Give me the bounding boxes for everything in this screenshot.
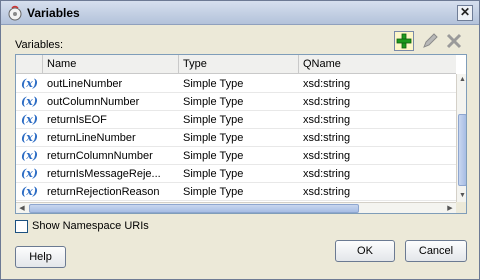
variables-dialog: Variables ✕ Variables: Name Type QName (…: [0, 0, 480, 280]
variable-type: Simple Type: [183, 114, 244, 126]
horizontal-scroll-thumb[interactable]: [29, 204, 359, 213]
variable-name: returnColumnNumber: [47, 150, 153, 162]
table-header: Name Type QName: [16, 55, 456, 74]
column-header-qname[interactable]: QName: [299, 55, 456, 74]
variable-type: Simple Type: [183, 168, 244, 180]
variable-icon: (x): [21, 113, 38, 126]
variable-type: Simple Type: [183, 150, 244, 162]
variable-icon: (x): [21, 149, 38, 162]
table-row[interactable]: (x) returnIsMessageReje... Simple Type x…: [16, 165, 456, 183]
variable-icon: (x): [21, 185, 38, 198]
scroll-down-arrow-icon[interactable]: ▼: [457, 190, 466, 202]
delete-variable-button[interactable]: [444, 31, 464, 51]
variable-type: Simple Type: [183, 132, 244, 144]
column-header-icon[interactable]: [16, 55, 43, 74]
help-button[interactable]: Help: [15, 246, 66, 268]
variable-icon: (x): [21, 95, 38, 108]
variable-qname: xsd:string: [303, 150, 351, 162]
table-row[interactable]: (x) returnLineNumber Simple Type xsd:str…: [16, 129, 456, 147]
variable-qname: xsd:string: [303, 78, 351, 90]
variable-name: outLineNumber: [47, 78, 123, 90]
variable-qname: xsd:string: [303, 132, 351, 144]
variable-name: outColumnNumber: [47, 96, 140, 108]
show-namespace-checkbox[interactable]: [15, 220, 28, 233]
column-header-name[interactable]: Name: [43, 55, 179, 74]
table-body: (x) outLineNumber Simple Type xsd:string…: [16, 75, 456, 201]
variable-icon: (x): [21, 77, 38, 90]
variables-label: Variables:: [15, 39, 64, 51]
variable-qname: xsd:string: [303, 114, 351, 126]
ok-button[interactable]: OK: [335, 240, 395, 262]
variable-qname: xsd:string: [303, 168, 351, 180]
scroll-right-arrow-icon[interactable]: ▶: [444, 203, 456, 213]
window-title: Variables: [27, 6, 80, 20]
show-namespace-label[interactable]: Show Namespace URIs: [32, 220, 149, 232]
variable-qname: xsd:string: [303, 186, 351, 198]
add-variable-button[interactable]: [394, 31, 414, 51]
table-row[interactable]: (x) returnIsEOF Simple Type xsd:string: [16, 111, 456, 129]
table-row[interactable]: (x) returnRejectionReason Simple Type xs…: [16, 183, 456, 201]
variable-name: returnIsEOF: [47, 114, 107, 126]
variables-table: Name Type QName (x) outLineNumber Simple…: [15, 54, 467, 214]
table-row[interactable]: (x) outLineNumber Simple Type xsd:string: [16, 75, 456, 93]
plus-icon: [396, 33, 412, 49]
edit-variable-button[interactable]: [420, 31, 440, 51]
pencil-icon: [423, 33, 438, 48]
close-button[interactable]: ✕: [457, 5, 473, 21]
cancel-button[interactable]: Cancel: [405, 240, 467, 262]
variable-type: Simple Type: [183, 186, 244, 198]
title-bar: Variables ✕: [1, 1, 479, 25]
variable-icon: (x): [21, 131, 38, 144]
vertical-scrollbar[interactable]: ▲ ▼: [456, 74, 466, 202]
vertical-scroll-thumb[interactable]: [458, 114, 466, 186]
variable-qname: xsd:string: [303, 96, 351, 108]
horizontal-scrollbar[interactable]: ◀ ▶: [16, 202, 456, 213]
app-icon: [7, 5, 23, 21]
close-icon: ✕: [459, 5, 471, 19]
x-icon: [446, 33, 462, 49]
variable-name: returnRejectionReason: [47, 186, 160, 198]
variable-type: Simple Type: [183, 78, 244, 90]
table-row[interactable]: (x) outColumnNumber Simple Type xsd:stri…: [16, 93, 456, 111]
variable-name: returnLineNumber: [47, 132, 136, 144]
variable-type: Simple Type: [183, 96, 244, 108]
scrollbar-corner: [456, 202, 466, 213]
variable-icon: (x): [21, 167, 38, 180]
column-header-type[interactable]: Type: [179, 55, 299, 74]
table-row[interactable]: (x) returnColumnNumber Simple Type xsd:s…: [16, 147, 456, 165]
scroll-up-arrow-icon[interactable]: ▲: [457, 74, 466, 86]
variable-name: returnIsMessageReje...: [47, 168, 161, 180]
scroll-left-arrow-icon[interactable]: ◀: [16, 203, 28, 213]
